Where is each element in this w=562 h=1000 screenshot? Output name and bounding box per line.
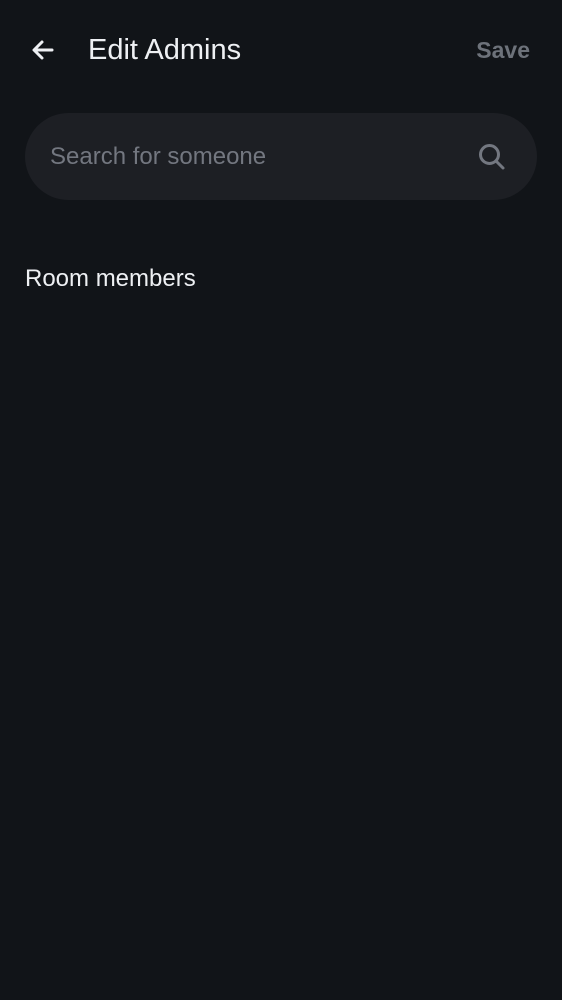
edit-admins-screen: Edit Admins Save Room members: [0, 0, 562, 1000]
search-icon[interactable]: [477, 142, 507, 172]
search-field[interactable]: [25, 113, 537, 200]
back-button[interactable]: [22, 29, 64, 71]
arrow-left-icon: [32, 40, 54, 60]
search-input[interactable]: [50, 113, 470, 200]
top-app-bar: Edit Admins Save: [0, 0, 562, 100]
save-button[interactable]: Save: [476, 35, 530, 65]
page-title: Edit Admins: [88, 34, 242, 66]
room-members-heading: Room members: [25, 265, 196, 292]
